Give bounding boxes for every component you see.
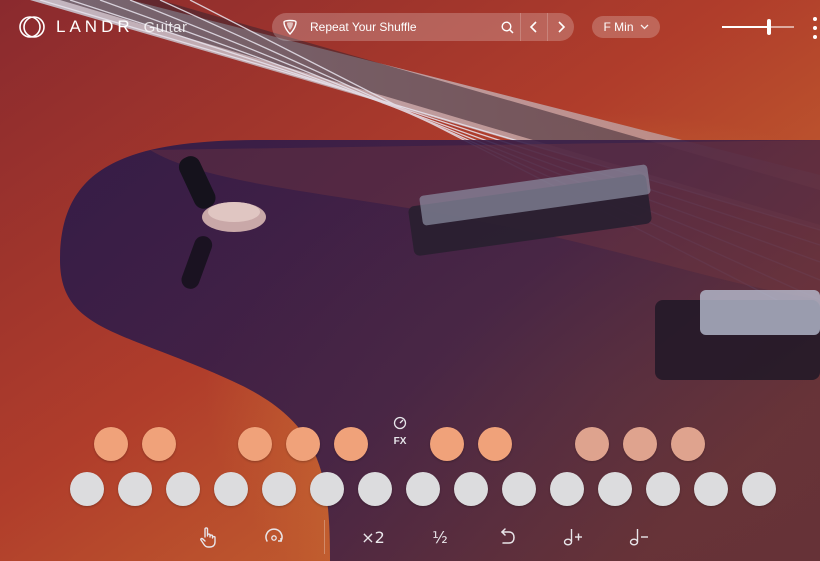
pad-bottom-4[interactable] xyxy=(214,472,248,506)
pad-top-8[interactable] xyxy=(575,427,609,461)
pad-bottom-1[interactable] xyxy=(70,472,104,506)
pad-bottom-6[interactable] xyxy=(310,472,344,506)
touch-icon[interactable] xyxy=(191,520,225,554)
pad-top-10[interactable] xyxy=(671,427,705,461)
volume-fill xyxy=(722,26,769,28)
preset-bar: Repeat Your Shuffle xyxy=(272,13,574,41)
pad-bottom-7[interactable] xyxy=(358,472,392,506)
pads-row-bottom xyxy=(0,472,820,508)
note-add-icon[interactable] xyxy=(556,520,590,554)
pick-icon[interactable] xyxy=(276,13,304,41)
product-name: Guitar xyxy=(143,18,188,36)
pad-top-2[interactable] xyxy=(142,427,176,461)
volume-thumb[interactable] xyxy=(766,19,771,35)
pad-bottom-8[interactable] xyxy=(406,472,440,506)
double-time-button[interactable]: ×2 xyxy=(356,520,390,554)
undo-icon[interactable] xyxy=(490,520,524,554)
landr-logo-icon xyxy=(19,16,45,38)
half-time-button[interactable]: ½ xyxy=(423,520,457,554)
pad-top-4[interactable] xyxy=(286,427,320,461)
sync-icon[interactable] xyxy=(257,520,291,554)
bottom-toolbar: ×2 ½ xyxy=(0,520,820,554)
pad-bottom-12[interactable] xyxy=(598,472,632,506)
note-remove-icon[interactable] xyxy=(622,520,656,554)
pad-bottom-14[interactable] xyxy=(694,472,728,506)
chevron-down-icon xyxy=(640,22,649,32)
chevron-right-icon[interactable] xyxy=(548,13,574,41)
pad-top-6[interactable] xyxy=(430,427,464,461)
pad-bottom-10[interactable] xyxy=(502,472,536,506)
pad-bottom-11[interactable] xyxy=(550,472,584,506)
pad-bottom-13[interactable] xyxy=(646,472,680,506)
more-menu-icon[interactable] xyxy=(813,17,820,39)
volume-slider[interactable] xyxy=(722,18,794,36)
toolbar-divider xyxy=(324,520,325,554)
half-time-label: ½ xyxy=(432,527,448,547)
pad-top-1[interactable] xyxy=(94,427,128,461)
key-value: F Min xyxy=(603,20,634,34)
pad-bottom-15[interactable] xyxy=(742,472,776,506)
chevron-left-icon[interactable] xyxy=(521,13,547,41)
pad-top-7[interactable] xyxy=(478,427,512,461)
pad-top-9[interactable] xyxy=(623,427,657,461)
pad-bottom-3[interactable] xyxy=(166,472,200,506)
search-icon[interactable] xyxy=(494,13,520,41)
brand-name: LANDR xyxy=(56,17,134,36)
pad-bottom-9[interactable] xyxy=(454,472,488,506)
pad-top-5[interactable] xyxy=(334,427,368,461)
landr-logo[interactable]: LANDR Guitar xyxy=(18,14,187,40)
preset-name[interactable]: Repeat Your Shuffle xyxy=(310,20,494,34)
pads-row-top xyxy=(0,426,820,462)
pad-bottom-5[interactable] xyxy=(262,472,296,506)
pad-bottom-2[interactable] xyxy=(118,472,152,506)
key-select[interactable]: F Min xyxy=(592,16,660,38)
pad-top-3[interactable] xyxy=(238,427,272,461)
double-time-label: ×2 xyxy=(361,527,385,547)
